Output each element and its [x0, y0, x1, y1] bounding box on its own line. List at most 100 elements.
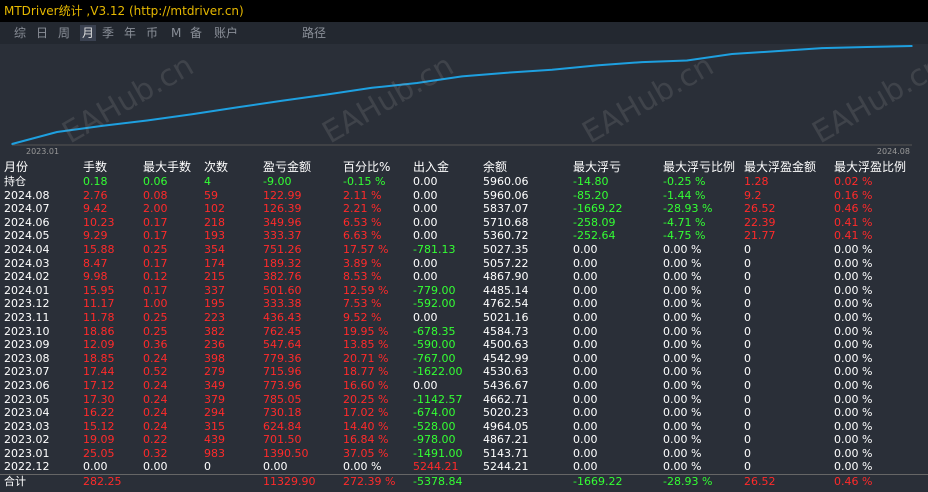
cell-8: -1669.22 — [573, 202, 623, 216]
cell-6: -592.00 — [413, 297, 456, 311]
cell-7: 4867.21 — [483, 433, 529, 447]
cell-1: 15.95 — [83, 283, 115, 297]
cell-6: 0.00 — [413, 188, 438, 202]
cell-10: 0 — [744, 378, 751, 392]
tab-2[interactable]: 周 — [58, 25, 70, 41]
period-tabs: 综日周月季年币 M 备账户 路径 — [0, 22, 928, 44]
cell-7: 5143.71 — [483, 446, 529, 460]
cell-1: 18.85 — [83, 351, 115, 365]
tab-0[interactable]: 综 — [14, 25, 26, 41]
balance-chart: 2023.01 2024.08 EAHub.cn EAHub.cn EAHub.cn EA… — [0, 44, 928, 157]
cell-3: 215 — [204, 270, 225, 284]
cell-3: 174 — [204, 256, 225, 270]
equity-point-2023.05 — [236, 106, 238, 109]
cell-4: 501.60 — [263, 283, 302, 297]
cell-2: 0.12 — [143, 270, 168, 284]
cell-6: -1491.00 — [413, 446, 463, 460]
cell-1: 0.00 — [83, 460, 108, 474]
cell-9: 0.00 % — [663, 446, 702, 460]
equity-point-2024.07 — [866, 46, 868, 48]
cell-8: 0.00 — [573, 351, 598, 365]
cell-0: 2023.04 — [4, 406, 50, 420]
cell-9: -0.25 % — [663, 175, 706, 188]
cell-3: 379 — [204, 392, 225, 406]
cell-5: 8.53 % — [343, 270, 382, 284]
cell-7: 5360.72 — [483, 229, 529, 243]
tab-1[interactable]: 日 — [36, 25, 48, 41]
cell-1: 19.09 — [83, 433, 115, 447]
cell-6: -674.00 — [413, 406, 456, 420]
cell-5: 13.85 % — [343, 338, 389, 352]
tab-6[interactable]: 币 — [146, 25, 158, 41]
cell-3: 294 — [204, 406, 225, 420]
stats-table: 月份 手数 最大手数 次数 盈亏金额 百分比% 出入金 余额 最大浮亏 最大浮亏比例 最大浮盈金额 最… — [0, 159, 928, 489]
total-row: 合计 282.25 11329.90 272.39 % -5378.84 -1669.22… — [0, 474, 928, 489]
cell-6: -781.13 — [413, 242, 456, 256]
cell-6: 0.00 — [413, 270, 438, 284]
cell-11: 0.41 % — [834, 229, 873, 243]
cell-8: 0.00 — [573, 270, 598, 284]
cell-2: 0.24 — [143, 351, 168, 365]
cell-3: 439 — [204, 433, 225, 447]
cell-5: 17.02 % — [343, 406, 389, 420]
cell-8: -252.64 — [573, 229, 616, 243]
cell-8: 0.00 — [573, 283, 598, 297]
equity-point-2024.08 — [911, 45, 913, 47]
tab-4[interactable]: 季 — [102, 25, 114, 41]
table-row: 2024.08 2.76 0.08 59 122.99 2.11 % 0.00 5960.06… — [0, 189, 928, 203]
cell-4: 349.96 — [263, 215, 302, 229]
tab-10[interactable]: 路径 — [302, 25, 326, 41]
cell-8: 0.00 — [573, 460, 598, 474]
cell-3: 354 — [204, 242, 225, 256]
cell-5: 6.53 % — [343, 215, 382, 229]
cell-11: 0.00 % — [834, 310, 873, 324]
cell-3: 59 — [204, 188, 218, 202]
tab-5[interactable]: 年 — [124, 25, 136, 41]
cell-6: -5378.84 — [413, 475, 463, 489]
cell-4: 701.50 — [263, 433, 302, 447]
equity-point-2023.10 — [461, 75, 463, 78]
cell-3: 349 — [204, 378, 225, 392]
table-row: 2023.08 18.85 0.24 398 779.36 20.71 % -767.00 4… — [0, 352, 928, 366]
hold-row: 持仓 0.18 0.06 4 -9.00 -0.15 % 0.00 5960.06 -14.80… — [0, 175, 928, 189]
cell-6: 0.00 — [413, 310, 438, 324]
cell-9: 0.00 % — [663, 378, 702, 392]
tab-3[interactable]: 月 — [80, 25, 97, 41]
table-row: 2023.10 18.86 0.25 382 762.45 19.95 % -678.35 4… — [0, 325, 928, 339]
cell-6: -678.35 — [413, 324, 456, 338]
cell-6: -528.00 — [413, 419, 456, 433]
cell-2: 0.24 — [143, 378, 168, 392]
cell-6: 0.00 — [413, 215, 438, 229]
equity-point-2023.11 — [506, 71, 508, 74]
table-row: 2024.05 9.29 0.17 193 333.37 6.63 % 0.00 5360.7… — [0, 229, 928, 243]
cell-7: 4662.71 — [483, 392, 529, 406]
equity-point-2023.07 — [326, 93, 328, 96]
tab-7[interactable]: M — [171, 25, 181, 41]
cell-2: 0.25 — [143, 310, 168, 324]
tab-9[interactable]: 账户 — [214, 25, 238, 41]
cell-9: 0.00 % — [663, 256, 702, 270]
tab-8[interactable]: 备 — [190, 25, 202, 41]
cell-4: 762.45 — [263, 324, 302, 338]
cell-6: 5244.21 — [413, 460, 459, 474]
cell-3: 195 — [204, 297, 225, 311]
cell-11: 0.00 % — [834, 446, 873, 460]
cell-4: 730.18 — [263, 406, 302, 420]
cell-8: 0.00 — [573, 324, 598, 338]
cell-6: 0.00 — [413, 175, 438, 188]
cell-0: 2023.10 — [4, 324, 50, 338]
cell-6: -767.00 — [413, 351, 456, 365]
cell-8: 0.00 — [573, 419, 598, 433]
cell-1: 16.22 — [83, 406, 115, 420]
cell-11: 0.00 % — [834, 283, 873, 297]
cell-2: 0.24 — [143, 406, 168, 420]
cell-2: 0.22 — [143, 433, 168, 447]
cell-2: 0.17 — [143, 229, 168, 243]
cell-8: -1669.22 — [573, 475, 623, 489]
cell-10: 最大浮盈金额 — [744, 160, 817, 174]
cell-1: 0.18 — [83, 175, 108, 188]
cell-7: 5837.07 — [483, 202, 529, 216]
cell-1: 9.42 — [83, 202, 108, 216]
cell-4: 382.76 — [263, 270, 302, 284]
cell-7: 5960.06 — [483, 188, 529, 202]
